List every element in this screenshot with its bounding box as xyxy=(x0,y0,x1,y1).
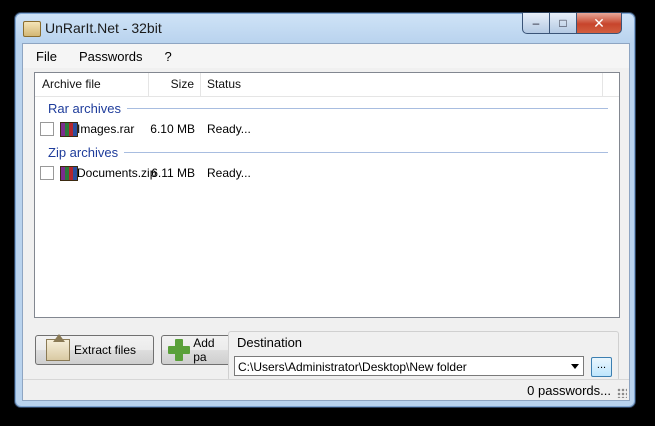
maximize-button[interactable]: □ xyxy=(549,13,577,34)
archive-list[interactable]: Archive file Size Status Rar archives Im… xyxy=(34,72,620,318)
resize-grip-icon[interactable] xyxy=(617,388,627,398)
menu-file[interactable]: File xyxy=(27,49,66,64)
title-bar[interactable]: UnRarIt.Net - 32bit – □ ✕ xyxy=(15,13,635,43)
group-zip-archives: Zip archives xyxy=(48,145,608,160)
app-icon xyxy=(23,21,41,37)
extract-icon xyxy=(46,334,70,361)
extract-files-button[interactable]: Extract files xyxy=(35,334,154,365)
file-name: Images.rar xyxy=(77,122,135,136)
destination-path: C:\Users\Administrator\Desktop\New folde… xyxy=(238,360,467,374)
column-archive-file[interactable]: Archive file xyxy=(35,73,149,96)
list-header: Archive file Size Status xyxy=(35,73,619,97)
row-checkbox[interactable] xyxy=(40,166,54,180)
file-status: Ready... xyxy=(207,166,251,180)
list-item[interactable]: Images.rar 6.10 MB Ready... xyxy=(35,120,595,138)
chevron-down-icon[interactable] xyxy=(571,364,579,369)
browse-button[interactable]: ... xyxy=(591,357,612,377)
add-password-label: Add pa xyxy=(193,336,215,364)
destination-select[interactable]: C:\Users\Administrator\Desktop\New folde… xyxy=(234,356,584,376)
group-divider xyxy=(126,108,608,109)
password-count: 0 passwords... xyxy=(527,383,611,398)
window-title: UnRarIt.Net - 32bit xyxy=(45,20,162,36)
column-size[interactable]: Size xyxy=(149,73,201,96)
zip-file-icon xyxy=(60,166,78,181)
file-size: 6.11 MB xyxy=(151,166,195,180)
file-size: 6.10 MB xyxy=(150,122,195,136)
menu-bar: File Passwords ? xyxy=(23,44,629,68)
destination-panel: Destination C:\Users\Administrator\Deskt… xyxy=(228,331,619,381)
app-window: UnRarIt.Net - 32bit – □ ✕ File Passwords… xyxy=(14,12,636,408)
menu-help[interactable]: ? xyxy=(156,49,181,64)
destination-label: Destination xyxy=(237,335,303,350)
file-status: Ready... xyxy=(207,122,251,136)
group-label: Zip archives xyxy=(48,145,119,160)
rar-file-icon xyxy=(60,122,78,137)
close-button[interactable]: ✕ xyxy=(576,13,622,34)
row-checkbox[interactable] xyxy=(40,122,54,136)
extract-label: Extract files xyxy=(74,343,137,357)
group-label: Rar archives xyxy=(48,101,121,116)
group-rar-archives: Rar archives xyxy=(48,101,608,116)
client-area: File Passwords ? Archive file Size Statu… xyxy=(22,43,630,401)
list-item[interactable]: Documents.zip 6.11 MB Ready... xyxy=(35,164,595,182)
file-name: Documents.zip xyxy=(77,166,157,180)
minimize-button[interactable]: – xyxy=(522,13,550,34)
menu-passwords[interactable]: Passwords xyxy=(70,49,152,64)
status-bar: 0 passwords... xyxy=(23,379,629,400)
group-divider xyxy=(124,152,608,153)
column-status[interactable]: Status xyxy=(201,73,603,96)
add-password-button[interactable]: Add pa xyxy=(161,335,231,365)
plus-icon xyxy=(168,339,191,361)
